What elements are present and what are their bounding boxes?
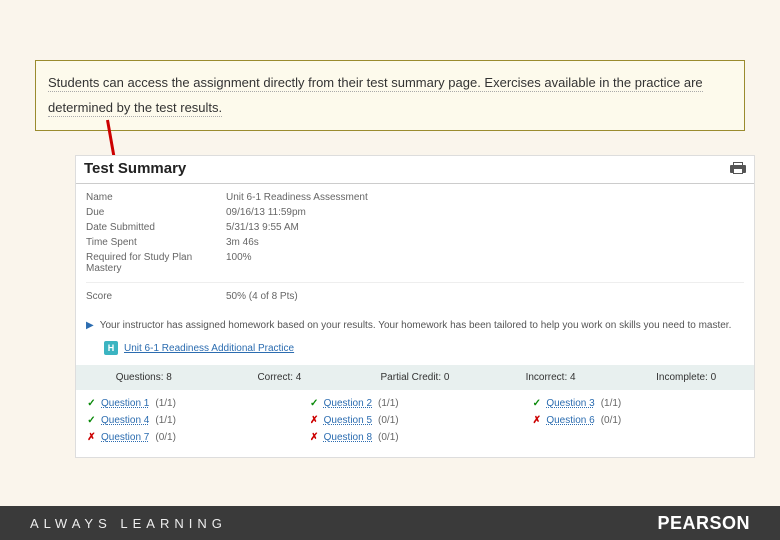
question-link[interactable]: Question 5 <box>324 415 372 426</box>
meta-label-due: Due <box>86 207 226 218</box>
meta-label-name: Name <box>86 192 226 203</box>
meta-row-score: Score 50% (4 of 8 Pts) <box>86 282 744 304</box>
stat-incomplete: Incomplete: 0 <box>618 372 754 383</box>
notice-bar: ▶ Your instructor has assigned homework … <box>76 314 754 365</box>
meta-value-submitted: 5/31/13 9:55 AM <box>226 222 299 233</box>
print-icon[interactable] <box>730 162 746 175</box>
check-icon: ✓ <box>86 398 97 409</box>
meta-value-name: Unit 6-1 Readiness Assessment <box>226 192 368 203</box>
x-icon: ✗ <box>86 432 97 443</box>
question-item: ✗ Question 8 (0/1) <box>309 432 522 443</box>
question-points: (1/1) <box>601 398 622 409</box>
meta-label-time: Time Spent <box>86 237 226 248</box>
question-item: ✓ Question 1 (1/1) <box>86 398 299 409</box>
stat-questions: Questions: 8 <box>76 372 212 383</box>
stat-correct: Correct: 4 <box>212 372 348 383</box>
question-item: ✗ Question 5 (0/1) <box>309 415 522 426</box>
x-icon: ✗ <box>309 415 320 426</box>
question-points: (0/1) <box>155 432 176 443</box>
meta-row: Name Unit 6-1 Readiness Assessment <box>86 190 744 205</box>
question-item: ✓ Question 3 (1/1) <box>531 398 744 409</box>
check-icon: ✓ <box>309 398 320 409</box>
meta-value-due: 09/16/13 11:59pm <box>226 207 306 218</box>
question-points: (1/1) <box>378 398 399 409</box>
stat-incorrect: Incorrect: 4 <box>483 372 619 383</box>
question-link[interactable]: Question 4 <box>101 415 149 426</box>
meta-label-score: Score <box>86 291 226 302</box>
brand-logo: PEARSON <box>657 513 750 534</box>
question-item: ✓ Question 4 (1/1) <box>86 415 299 426</box>
question-points: (1/1) <box>155 398 176 409</box>
x-icon: ✗ <box>531 415 542 426</box>
question-points: (0/1) <box>601 415 622 426</box>
disclosure-icon: ▶ <box>86 320 94 331</box>
test-summary-panel: Test Summary Name Unit 6-1 Readiness Ass… <box>75 155 755 458</box>
questions-grid: ✓ Question 1 (1/1) ✓ Question 2 (1/1) ✓ Questio… <box>76 390 754 457</box>
footer: ALWAYS LEARNING PEARSON <box>0 506 780 540</box>
meta-row: Time Spent 3m 46s <box>86 235 744 250</box>
notice-text: Your instructor has assigned homework ba… <box>100 320 732 331</box>
question-item: ✓ Question 2 (1/1) <box>309 398 522 409</box>
question-link[interactable]: Question 8 <box>324 432 372 443</box>
check-icon: ✓ <box>531 398 542 409</box>
meta-label-required: Required for Study Plan Mastery <box>86 252 226 274</box>
homework-badge-icon: H <box>104 341 118 355</box>
callout-text: Students can access the assignment direc… <box>48 75 703 117</box>
question-link[interactable]: Question 7 <box>101 432 149 443</box>
question-item: ✗ Question 7 (0/1) <box>86 432 299 443</box>
question-points: (1/1) <box>155 415 176 426</box>
stat-partial: Partial Credit: 0 <box>347 372 483 383</box>
meta-row: Due 09/16/13 11:59pm <box>86 205 744 220</box>
question-item: ✗ Question 6 (0/1) <box>531 415 744 426</box>
summary-meta: Name Unit 6-1 Readiness Assessment Due 0… <box>76 184 754 314</box>
question-link[interactable]: Question 6 <box>546 415 594 426</box>
additional-practice-link[interactable]: Unit 6-1 Readiness Additional Practice <box>124 343 294 354</box>
meta-row: Required for Study Plan Mastery 100% <box>86 250 744 276</box>
stats-bar: Questions: 8 Correct: 4 Partial Credit: … <box>76 365 754 390</box>
footer-tagline: ALWAYS LEARNING <box>30 516 227 531</box>
question-points: (0/1) <box>378 415 399 426</box>
meta-value-required: 100% <box>226 252 252 274</box>
page-title: Test Summary <box>84 160 186 177</box>
meta-value-score: 50% (4 of 8 Pts) <box>226 291 298 302</box>
meta-label-submitted: Date Submitted <box>86 222 226 233</box>
question-points: (0/1) <box>378 432 399 443</box>
check-icon: ✓ <box>86 415 97 426</box>
callout-box: Students can access the assignment direc… <box>35 60 745 131</box>
question-link[interactable]: Question 3 <box>546 398 594 409</box>
x-icon: ✗ <box>309 432 320 443</box>
question-link[interactable]: Question 2 <box>324 398 372 409</box>
meta-value-time: 3m 46s <box>226 237 259 248</box>
meta-row: Date Submitted 5/31/13 9:55 AM <box>86 220 744 235</box>
panel-header: Test Summary <box>76 156 754 184</box>
question-link[interactable]: Question 1 <box>101 398 149 409</box>
